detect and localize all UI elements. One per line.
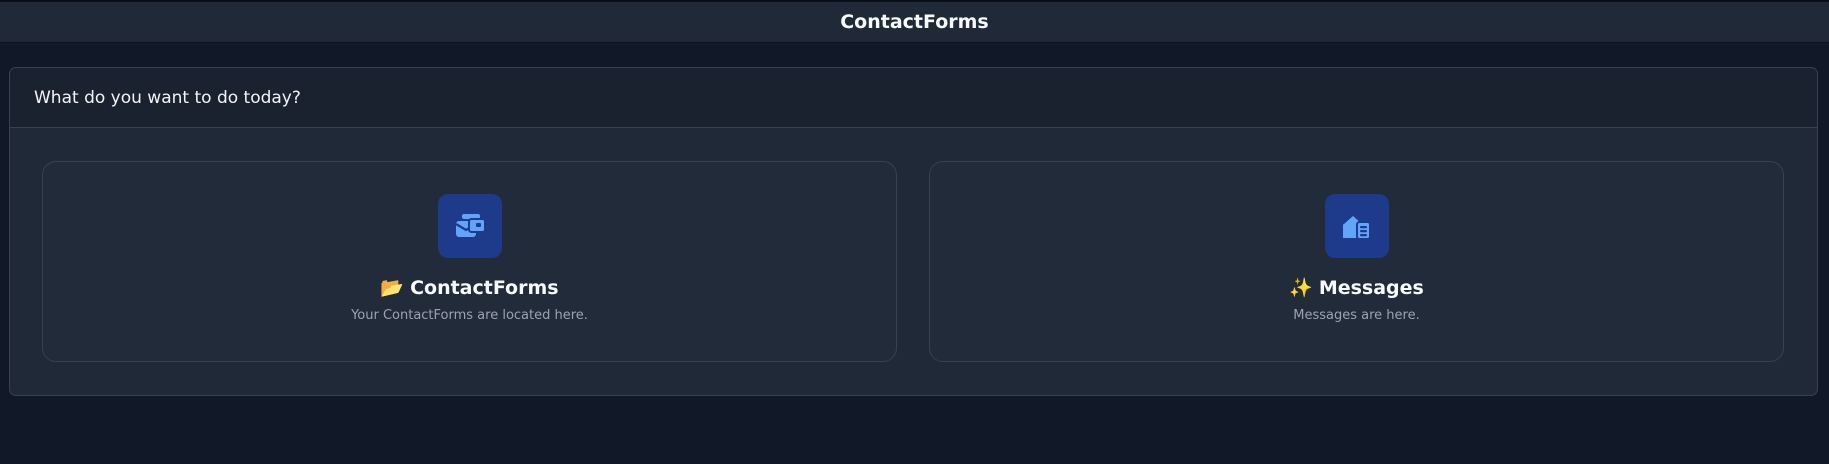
- messages-card-title: ✨ Messages: [1289, 276, 1424, 300]
- messages-card-label: Messages: [1318, 276, 1424, 299]
- contactforms-card-label: ContactForms: [410, 276, 559, 299]
- main-panel: What do you want to do today? 📂 ContactF…: [9, 67, 1818, 396]
- panel-title: What do you want to do today?: [34, 87, 301, 108]
- sparkles-icon: ✨: [1289, 277, 1313, 299]
- panel-body: 📂 ContactForms Your ContactForms are loc…: [10, 128, 1817, 395]
- panel-header: What do you want to do today?: [10, 68, 1817, 128]
- folder-open-icon: 📂: [380, 277, 405, 299]
- contactforms-card-description: Your ContactForms are located here.: [351, 308, 588, 323]
- messages-card-description: Messages are here.: [1293, 308, 1420, 323]
- top-bar: ContactForms: [0, 0, 1829, 43]
- messages-card[interactable]: ✨ Messages Messages are here.: [929, 161, 1784, 362]
- app-title: ContactForms: [840, 11, 989, 33]
- forms-stack-icon: [437, 194, 502, 258]
- contactforms-card[interactable]: 📂 ContactForms Your ContactForms are loc…: [42, 161, 897, 362]
- mail-open-icon: [1324, 194, 1389, 258]
- contactforms-card-title: 📂 ContactForms: [380, 276, 559, 300]
